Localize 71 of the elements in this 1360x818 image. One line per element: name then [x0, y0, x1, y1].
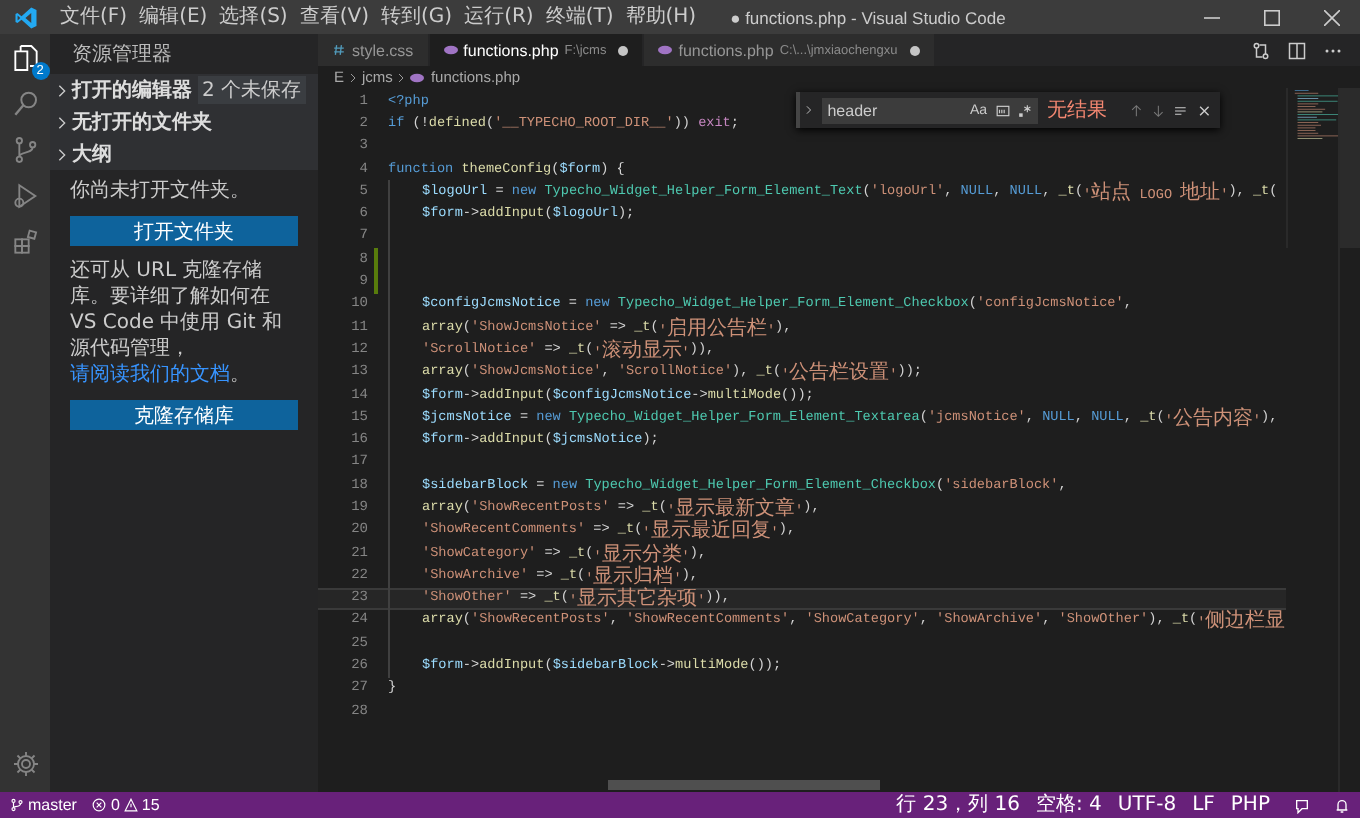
php-file-icon	[658, 44, 673, 56]
sidebar-title: 资源管理器	[70, 42, 174, 70]
php-file-icon	[443, 44, 458, 56]
warning-count: 15	[141, 796, 160, 814]
empty-message: 你尚未打开文件夹。	[70, 178, 252, 204]
arrow-down-icon[interactable]	[1151, 103, 1165, 117]
window-title: ● functions.php - Visual Studio Code	[730, 7, 1008, 27]
menu-item[interactable]: 查看(V)	[293, 3, 375, 31]
menu-item[interactable]: 帮助(H)	[619, 3, 703, 31]
menu-item[interactable]: 运行(R)	[458, 3, 540, 31]
regex-icon[interactable]	[1017, 103, 1032, 117]
clone-repository-button[interactable]: 克隆存储库	[70, 400, 298, 430]
menu-item[interactable]: 文件(F)	[54, 3, 134, 31]
menu-item[interactable]: 终端(T)	[539, 3, 620, 31]
unsaved-badge: 2 个未保存	[198, 76, 306, 104]
branch-status[interactable]: master	[10, 796, 77, 814]
branch-icon	[10, 798, 24, 812]
maximize-icon[interactable]	[1264, 9, 1280, 25]
section-label: 大纲	[72, 141, 112, 168]
arrow-up-icon[interactable]	[1129, 103, 1142, 117]
menu-item[interactable]: 选择(S)	[213, 3, 294, 31]
docs-link[interactable]: 请阅读我们的文档	[70, 364, 230, 386]
cursor-position[interactable]: 行 23，列 16	[896, 793, 1020, 817]
language-mode[interactable]: PHP	[1230, 793, 1270, 817]
vscode-logo-icon	[14, 5, 38, 29]
error-icon	[92, 798, 107, 812]
compare-icon[interactable]	[1252, 41, 1270, 59]
chevron-icon	[58, 147, 66, 161]
open-folder-button[interactable]: 打开文件夹	[70, 216, 298, 246]
section-label: 无打开的文件夹	[72, 109, 212, 136]
whole-word-icon[interactable]	[995, 103, 1010, 117]
error-count: 0	[110, 796, 120, 814]
chevron-icon	[350, 71, 357, 83]
menu-item[interactable]: 编辑(E)	[133, 3, 214, 31]
indentation-status[interactable]: 空格: 4	[1036, 793, 1102, 817]
extensions-icon[interactable]	[9, 226, 41, 258]
unsaved-dot-icon	[618, 45, 629, 55]
php-file-icon	[410, 71, 425, 83]
tab-label: functions.php	[678, 41, 774, 59]
warning-icon	[123, 798, 138, 812]
branch-name: master	[28, 796, 77, 814]
hash-icon	[332, 44, 346, 56]
section-header[interactable]: 无打开的文件夹	[50, 106, 318, 138]
editor-tab[interactable]: style.css	[318, 34, 430, 66]
chevron-icon	[58, 83, 66, 97]
settings-icon[interactable]	[9, 748, 41, 780]
horizontal-scrollbar[interactable]	[608, 780, 880, 790]
bell-icon[interactable]	[1334, 797, 1350, 813]
split-editor-icon[interactable]	[1288, 41, 1306, 59]
clone-description: 还可从 URL 克隆存储库。要详细了解如何在 VS Code 中使用 Git 和源代码管理， 请阅读我们的文档。	[70, 258, 284, 388]
close-icon[interactable]	[1324, 9, 1340, 25]
line-ending-status[interactable]: LF	[1192, 793, 1215, 817]
section-header[interactable]: 打开的编辑器 2 个未保存	[50, 74, 318, 106]
encoding-status[interactable]: UTF-8	[1117, 793, 1177, 817]
chevron-icon	[58, 115, 66, 129]
search-icon[interactable]	[9, 88, 41, 120]
feedback-icon[interactable]	[1294, 797, 1310, 813]
section-header[interactable]: 大纲	[50, 138, 318, 170]
problems-status[interactable]: 0 15	[92, 796, 160, 814]
close-icon[interactable]	[1197, 103, 1210, 117]
chevron-icon	[398, 71, 405, 83]
run-debug-icon[interactable]	[9, 180, 41, 212]
chevron-icon[interactable]	[806, 104, 812, 116]
menu-item[interactable]: 转到(G)	[375, 3, 459, 31]
tab-label: functions.php	[463, 41, 559, 59]
tab-label: style.css	[352, 41, 414, 59]
scrollbar-thumb[interactable]	[1340, 88, 1360, 248]
section-label: 打开的编辑器	[72, 77, 192, 104]
unsaved-dot-icon	[909, 45, 920, 55]
no-results-text: 无结果	[1047, 97, 1108, 124]
selection-icon[interactable]	[1174, 103, 1188, 117]
